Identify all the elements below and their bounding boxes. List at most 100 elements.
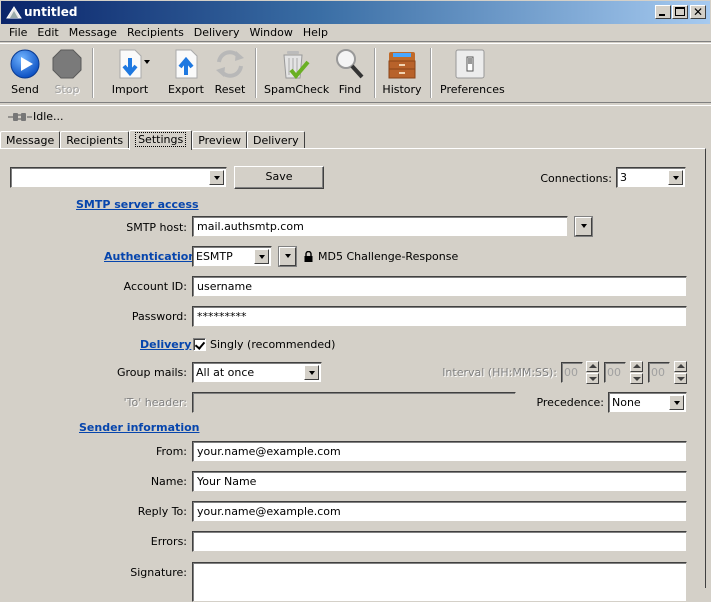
connections-combo[interactable]: 3 xyxy=(616,167,686,188)
maximize-button[interactable] xyxy=(672,5,688,19)
spin-down-icon[interactable] xyxy=(586,373,599,384)
interval-seconds-input[interactable]: 00 xyxy=(648,362,670,383)
spin-up-icon[interactable] xyxy=(674,361,687,372)
connections-value: 3 xyxy=(620,171,627,184)
close-button[interactable]: ✕ xyxy=(690,5,706,19)
export-button[interactable]: Export xyxy=(166,48,206,96)
smtp-host-input[interactable]: mail.authsmtp.com xyxy=(192,216,568,237)
menu-edit[interactable]: Edit xyxy=(32,24,63,41)
send-button[interactable]: Send xyxy=(6,48,44,96)
precedence-combo[interactable]: None xyxy=(608,392,687,413)
menu-bar: File Edit Message Recipients Delivery Wi… xyxy=(0,24,711,42)
minimize-button[interactable] xyxy=(655,5,671,19)
close-icon: ✕ xyxy=(692,5,704,19)
preferences-switch-icon xyxy=(455,49,485,79)
spin-down-icon[interactable] xyxy=(630,373,643,384)
authentication-method-dropdown-button[interactable] xyxy=(279,247,296,266)
spin-down-icon[interactable] xyxy=(674,373,687,384)
send-label: Send xyxy=(11,83,39,96)
account-id-label: Account ID: xyxy=(123,280,187,293)
menu-delivery[interactable]: Delivery xyxy=(189,24,245,41)
menu-message[interactable]: Message xyxy=(64,24,122,41)
reply-to-input[interactable]: your.name@example.com xyxy=(192,501,687,522)
preferences-button[interactable]: Preferences xyxy=(440,48,505,96)
authentication-link[interactable]: Authentication xyxy=(104,250,196,263)
status-line: Idle... xyxy=(0,105,711,127)
errors-input[interactable] xyxy=(192,531,687,552)
chevron-down-icon[interactable] xyxy=(669,395,684,410)
chevron-down-icon[interactable] xyxy=(304,365,319,380)
authentication-method-text: MD5 Challenge-Response xyxy=(318,250,459,263)
spamcheck-button[interactable]: SpamCheck xyxy=(264,48,329,96)
tab-preview[interactable]: Preview xyxy=(192,131,248,149)
authentication-protocol-combo[interactable]: ESMTP xyxy=(192,246,272,267)
stop-label: Stop xyxy=(54,83,80,96)
to-header-input[interactable] xyxy=(192,392,516,413)
tab-settings[interactable]: Settings xyxy=(129,130,193,150)
history-label: History xyxy=(382,83,422,96)
toolbar-separator xyxy=(255,48,257,98)
smtp-host-label: SMTP host: xyxy=(126,221,187,234)
preferences-label: Preferences xyxy=(440,83,505,96)
export-document-icon xyxy=(175,49,198,79)
stop-octagon-icon xyxy=(52,49,82,79)
smtp-host-dropdown-button[interactable] xyxy=(575,217,592,236)
name-input[interactable]: Your Name xyxy=(192,471,687,492)
tab-message[interactable]: Message xyxy=(0,131,61,149)
signature-textarea[interactable] xyxy=(192,562,687,602)
interval-hours-spinner[interactable] xyxy=(586,361,599,384)
authentication-protocol-value: ESMTP xyxy=(196,250,233,263)
from-input[interactable]: your.name@example.com xyxy=(192,441,687,462)
export-label: Export xyxy=(167,83,204,96)
toolbar-separator xyxy=(430,48,432,98)
menu-file[interactable]: File xyxy=(4,24,32,41)
name-label: Name: xyxy=(150,475,187,488)
smtp-server-access-link[interactable]: SMTP server access xyxy=(76,198,199,211)
profile-combo[interactable] xyxy=(10,167,227,188)
save-button[interactable]: Save xyxy=(234,166,324,189)
import-dropdown-arrow-icon[interactable] xyxy=(144,60,150,64)
menu-window[interactable]: Window xyxy=(244,24,297,41)
spin-up-icon[interactable] xyxy=(586,361,599,372)
tab-delivery-label: Delivery xyxy=(253,134,299,147)
reset-button[interactable]: Reset xyxy=(212,48,248,96)
history-button[interactable]: History xyxy=(382,48,422,96)
settings-panel: Save Connections: 3 SMTP server access S… xyxy=(0,148,706,602)
send-play-icon xyxy=(10,49,40,79)
sender-information-link[interactable]: Sender information xyxy=(79,421,199,434)
group-mails-value: All at once xyxy=(196,366,255,379)
stop-button[interactable]: Stop xyxy=(48,48,86,96)
tab-recipients[interactable]: Recipients xyxy=(60,131,130,149)
singly-checkbox[interactable] xyxy=(193,338,206,351)
find-button[interactable]: Find xyxy=(334,48,366,96)
chevron-down-icon[interactable] xyxy=(209,170,224,185)
reply-to-label: Reply To: xyxy=(137,505,187,518)
interval-seconds-spinner[interactable] xyxy=(674,361,687,384)
menu-recipients[interactable]: Recipients xyxy=(122,24,189,41)
reset-arrows-icon xyxy=(216,50,244,78)
account-id-input[interactable]: username xyxy=(192,276,687,297)
import-document-icon xyxy=(119,49,142,79)
spamcheck-label: SpamCheck xyxy=(264,83,330,96)
precedence-value: None xyxy=(612,396,641,409)
to-header-label: 'To' header: xyxy=(123,396,187,409)
status-text: Idle... xyxy=(33,110,64,123)
chevron-down-icon[interactable] xyxy=(254,249,269,264)
errors-label: Errors: xyxy=(150,535,187,548)
tab-delivery[interactable]: Delivery xyxy=(247,131,305,149)
group-mails-combo[interactable]: All at once xyxy=(192,362,322,383)
spin-up-icon[interactable] xyxy=(630,361,643,372)
tab-preview-label: Preview xyxy=(198,134,242,147)
toolbar: Send Stop Import Export Reset SpamCheck … xyxy=(0,43,711,103)
interval-minutes-spinner[interactable] xyxy=(630,361,643,384)
import-button[interactable]: Import xyxy=(108,48,152,96)
password-input[interactable]: ********* xyxy=(192,306,687,327)
delivery-link[interactable]: Delivery xyxy=(140,338,191,351)
interval-minutes-input[interactable]: 00 xyxy=(604,362,626,383)
precedence-label: Precedence: xyxy=(536,396,604,409)
menu-help[interactable]: Help xyxy=(298,24,333,41)
interval-hours-input[interactable]: 00 xyxy=(561,362,583,383)
password-label: Password: xyxy=(131,310,187,323)
lock-icon xyxy=(304,251,313,262)
chevron-down-icon[interactable] xyxy=(668,170,683,185)
